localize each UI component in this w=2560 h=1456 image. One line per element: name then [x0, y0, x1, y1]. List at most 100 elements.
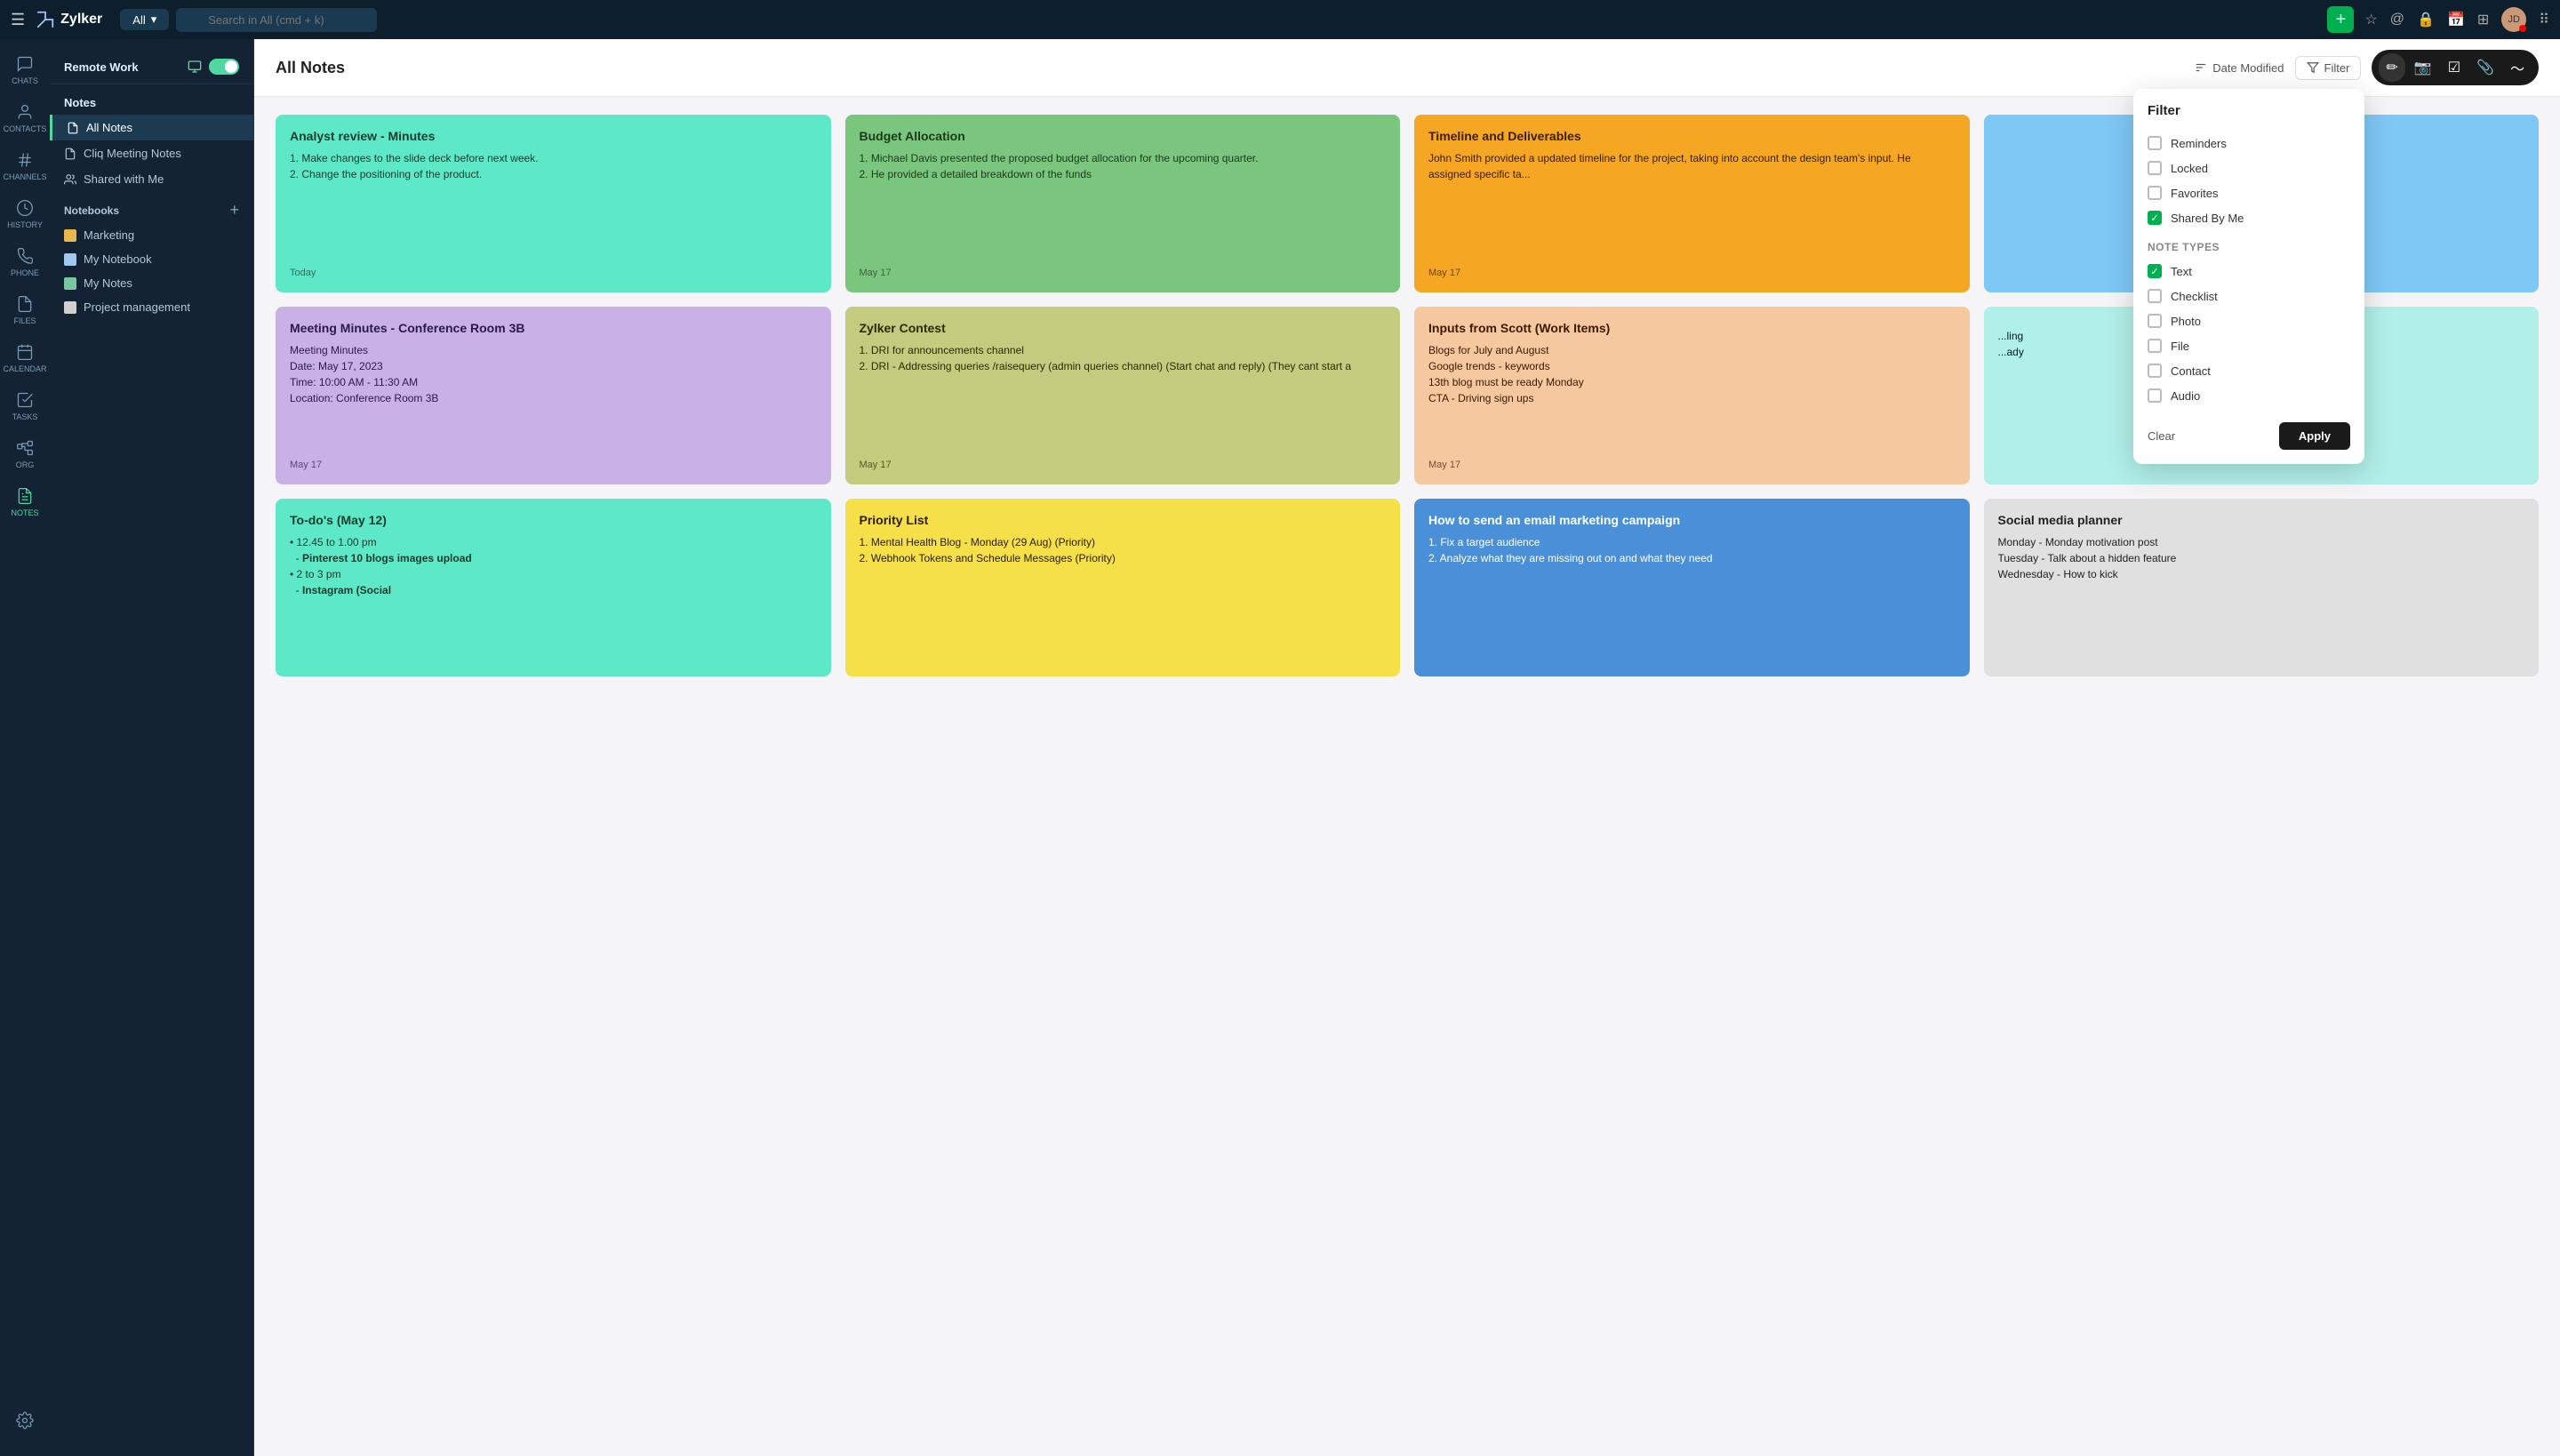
filter-clear-button[interactable]: Clear [2148, 429, 2175, 443]
search-wrap [176, 8, 2320, 32]
calendar-icon[interactable]: 📅 [2447, 11, 2465, 28]
filter-checkbox-locked[interactable] [2148, 161, 2162, 175]
filter-option-contact[interactable]: Contact [2148, 358, 2350, 383]
notes-title: Notes [64, 96, 96, 109]
note-date: May 17 [290, 460, 817, 470]
add-button[interactable]: + [2327, 6, 2354, 33]
filter-label-favorites: Favorites [2171, 187, 2218, 200]
filter-popup: Filter Reminders Locked Favorites ✓ Shar… [2133, 89, 2364, 464]
filter-checkbox-text[interactable]: ✓ [2148, 264, 2162, 278]
filter-checkbox-shared-by-me[interactable]: ✓ [2148, 211, 2162, 225]
lock-icon[interactable]: 🔒 [2417, 11, 2435, 28]
sort-label: Date Modified [2212, 61, 2284, 75]
filter-checkbox-checklist[interactable] [2148, 289, 2162, 303]
note-card[interactable]: Zylker Contest 1. DRI for announcements … [845, 307, 1401, 484]
filter-checkbox-audio[interactable] [2148, 388, 2162, 403]
menu-icon[interactable]: ☰ [11, 11, 25, 29]
filter-label-audio: Audio [2171, 389, 2200, 403]
note-card[interactable]: Meeting Minutes - Conference Room 3B Mee… [276, 307, 831, 484]
filter-checkbox-favorites[interactable] [2148, 186, 2162, 200]
note-title: To-do's (May 12) [290, 513, 817, 527]
note-card[interactable]: Social media planner Monday - Monday mot… [1984, 499, 2540, 676]
note-icon [67, 122, 79, 134]
sidebar-item-channels[interactable]: CHANNELS [0, 144, 50, 188]
filter-apply-button[interactable]: Apply [2279, 422, 2350, 450]
filter-label-shared-by-me: Shared By Me [2171, 212, 2244, 225]
filter-label-photo: Photo [2171, 315, 2201, 328]
filter-checkbox-contact[interactable] [2148, 364, 2162, 378]
notebook-marketing[interactable]: Marketing [50, 223, 253, 247]
notebooks-header: Notebooks + [50, 192, 253, 223]
toggle-switch[interactable] [209, 59, 239, 75]
filter-option-text[interactable]: ✓ Text [2148, 259, 2350, 284]
filter-popup-title: Filter [2148, 103, 2350, 118]
checklist-button[interactable]: ☑ [2441, 53, 2468, 82]
sidebar-item-contacts[interactable]: CONTACTS [0, 96, 50, 140]
sidebar-item-tasks[interactable]: TASKS [0, 384, 50, 428]
note-body: Blogs for July and AugustGoogle trends -… [1428, 342, 1956, 451]
attach-button[interactable]: 📎 [2469, 53, 2501, 82]
nav-item-shared-with-me[interactable]: Shared with Me [50, 166, 253, 192]
avatar[interactable]: JD [2501, 7, 2526, 32]
filter-checkbox-photo[interactable] [2148, 314, 2162, 328]
note-card[interactable]: How to send an email marketing campaign … [1414, 499, 1970, 676]
filter-icon [2307, 61, 2319, 74]
filter-option-checklist[interactable]: Checklist [2148, 284, 2350, 308]
workspace-header: Remote Work [50, 50, 253, 84]
sidebar-item-calendar[interactable]: CALENDAR [0, 336, 50, 380]
edit-note-button[interactable]: ✏ [2379, 53, 2404, 82]
note-card[interactable]: Budget Allocation 1. Michael Davis prese… [845, 115, 1401, 292]
camera-button[interactable]: 📷 [2407, 53, 2439, 82]
grid-icon[interactable]: ⊞ [2477, 11, 2489, 28]
icon-sidebar: CHATS CONTACTS CHANNELS HISTORY PHONE FI… [0, 39, 50, 1456]
notebook-project-management[interactable]: Project management [50, 295, 253, 319]
note-body: 1. Fix a target audience2. Analyze what … [1428, 534, 1956, 662]
note-card[interactable]: To-do's (May 12) • 12.45 to 1.00 pm - Pi… [276, 499, 831, 676]
filter-option-reminders[interactable]: Reminders [2148, 131, 2350, 156]
note-card[interactable]: Inputs from Scott (Work Items) Blogs for… [1414, 307, 1970, 484]
note-title: Priority List [860, 513, 1387, 527]
sidebar-item-notes[interactable]: NOTES [0, 480, 50, 524]
sidebar-item-chats[interactable]: CHATS [0, 48, 50, 92]
add-notebook-button[interactable]: + [229, 201, 239, 220]
sidebar-item-org[interactable]: ORG [0, 432, 50, 476]
filter-button[interactable]: Filter [2295, 56, 2362, 80]
notebook-my-notebook[interactable]: My Notebook [50, 247, 253, 271]
sort-button[interactable]: Date Modified [2195, 61, 2284, 75]
note-card[interactable]: Priority List 1. Mental Health Blog - Mo… [845, 499, 1401, 676]
topbar: ☰ Zylker All ▾ + ☆ @ 🔒 📅 ⊞ JD ⠿ [0, 0, 2560, 39]
note-body: 1. Make changes to the slide deck before… [290, 150, 817, 259]
sidebar-item-phone[interactable]: PHONE [0, 240, 50, 284]
note-body: 1. DRI for announcements channel2. DRI -… [860, 342, 1387, 451]
note-body: John Smith provided a updated timeline f… [1428, 150, 1956, 259]
filter-option-favorites[interactable]: Favorites [2148, 180, 2350, 205]
all-dropdown[interactable]: All ▾ [120, 9, 169, 30]
star-icon[interactable]: ☆ [2364, 11, 2377, 28]
at-icon[interactable]: @ [2390, 12, 2404, 28]
filter-option-photo[interactable]: Photo [2148, 308, 2350, 333]
note-date: May 17 [1428, 460, 1956, 470]
filter-option-locked[interactable]: Locked [2148, 156, 2350, 180]
apps-icon[interactable]: ⠿ [2539, 11, 2549, 28]
sidebar-item-files[interactable]: FILES [0, 288, 50, 332]
topbar-icons: ☆ @ 🔒 📅 ⊞ JD ⠿ [2364, 7, 2549, 32]
filter-checkbox-reminders[interactable] [2148, 136, 2162, 150]
filter-option-shared-by-me[interactable]: ✓ Shared By Me [2148, 205, 2350, 230]
notebook-my-notes[interactable]: My Notes [50, 271, 253, 295]
sidebar-item-history[interactable]: HISTORY [0, 192, 50, 236]
filter-option-audio[interactable]: Audio [2148, 383, 2350, 408]
filter-checkbox-file[interactable] [2148, 339, 2162, 353]
note-title: How to send an email marketing campaign [1428, 513, 1956, 527]
note-card[interactable]: Timeline and Deliverables John Smith pro… [1414, 115, 1970, 292]
notebook-icon [64, 277, 76, 290]
more-options-button[interactable]: 〜 [2503, 53, 2532, 82]
page-title: All Notes [276, 59, 2184, 77]
search-input[interactable] [176, 8, 377, 32]
app-logo: Zylker [36, 10, 102, 29]
nav-item-cliq-meeting[interactable]: Cliq Meeting Notes [50, 140, 253, 166]
nav-item-all-notes[interactable]: All Notes [50, 115, 253, 140]
note-body: • 12.45 to 1.00 pm - Pinterest 10 blogs … [290, 534, 817, 662]
sidebar-item-settings[interactable] [16, 1404, 34, 1438]
note-card[interactable]: Analyst review - Minutes 1. Make changes… [276, 115, 831, 292]
filter-option-file[interactable]: File [2148, 333, 2350, 358]
